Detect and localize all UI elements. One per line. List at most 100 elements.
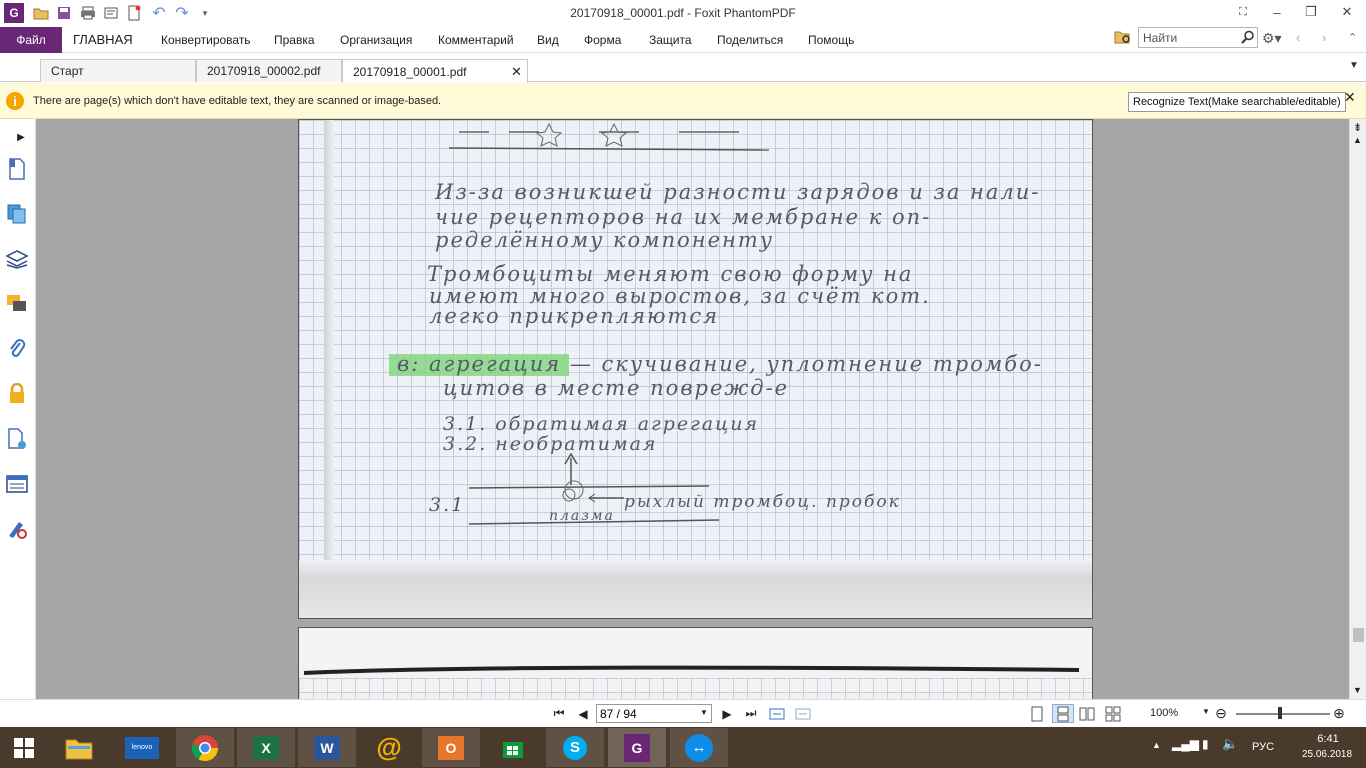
excel-icon[interactable]: X bbox=[237, 728, 295, 767]
zoom-slider-thumb[interactable] bbox=[1278, 707, 1282, 719]
single-page-view-icon[interactable] bbox=[1028, 704, 1046, 723]
tab-protect[interactable]: Защита bbox=[649, 33, 692, 47]
title-bar: G ↶ ↷ ▾ 20170918_00001.pdf - Foxit Phant… bbox=[0, 0, 1366, 27]
ribbon-tabs: Файл ГЛАВНАЯ Конвертировать Правка Орган… bbox=[0, 27, 1366, 53]
split-view-icon[interactable]: ⇟ bbox=[1353, 121, 1362, 134]
find-folder-icon[interactable] bbox=[1114, 29, 1134, 47]
page-number-field[interactable]: ▼ bbox=[596, 704, 712, 723]
page-edge-curve bbox=[303, 665, 1080, 675]
handwritten-line: плазма bbox=[549, 508, 615, 524]
drawing-stars-sketch bbox=[449, 122, 770, 151]
fullscreen-icon[interactable]: ⛶ bbox=[1226, 0, 1260, 24]
info-warning-icon: i bbox=[6, 92, 24, 110]
scroll-up-arrow-icon[interactable]: ▲ bbox=[1353, 135, 1362, 145]
signatures-icon[interactable] bbox=[5, 517, 29, 541]
tab-edit[interactable]: Правка bbox=[274, 33, 315, 47]
zoom-out-icon[interactable]: ⊖ bbox=[1212, 704, 1230, 723]
handwritten-line: рыхлый тромбоц. пробок bbox=[624, 492, 901, 512]
handwritten-line: Из-за возникшей разности зарядов и за на… bbox=[435, 180, 1041, 204]
outlook-icon[interactable]: O bbox=[422, 728, 480, 767]
clock-time[interactable]: 6:41 bbox=[1298, 733, 1358, 745]
network-icon[interactable]: ▂▄▆ bbox=[1172, 737, 1199, 751]
tab-view[interactable]: Вид bbox=[537, 33, 559, 47]
page-number-input[interactable] bbox=[600, 707, 690, 721]
tab-document-00001[interactable]: 20170918_00001.pdf ✕ bbox=[342, 59, 528, 83]
close-button[interactable]: ✕ bbox=[1330, 0, 1364, 24]
tab-label: Старт bbox=[51, 64, 84, 78]
tab-convert[interactable]: Конвертировать bbox=[161, 33, 251, 47]
settings-gear-icon[interactable]: ⚙▾ bbox=[1262, 30, 1282, 47]
tab-share[interactable]: Поделиться bbox=[717, 33, 783, 47]
tab-document-00002[interactable]: 20170918_00002.pdf bbox=[196, 59, 342, 82]
previous-view-icon[interactable] bbox=[768, 704, 786, 723]
previous-page-icon[interactable]: ◀ bbox=[574, 704, 592, 723]
layers-icon[interactable] bbox=[5, 247, 29, 271]
handwritten-line: Тромбоциты меняют свою форму на bbox=[427, 262, 914, 286]
document-info-icon[interactable] bbox=[5, 427, 29, 451]
tab-comment[interactable]: Комментарий bbox=[438, 33, 514, 47]
pages-thumbnails-icon[interactable] bbox=[5, 202, 29, 226]
start-button[interactable] bbox=[0, 728, 48, 767]
restore-button[interactable]: ❐ bbox=[1294, 0, 1328, 24]
volume-icon[interactable]: 🔈 bbox=[1222, 736, 1238, 752]
show-hidden-icons[interactable]: ▲ bbox=[1152, 740, 1161, 750]
foxit-taskbar-icon[interactable]: G bbox=[608, 728, 666, 767]
zoom-dropdown-icon[interactable]: ▼ bbox=[1202, 707, 1210, 716]
bookmarks-icon[interactable] bbox=[5, 157, 29, 181]
expand-panel-icon[interactable]: ▶ bbox=[14, 125, 28, 149]
content-structure-icon[interactable] bbox=[5, 472, 29, 496]
teamviewer-icon[interactable]: ↔ bbox=[670, 728, 728, 767]
tab-start[interactable]: Старт bbox=[40, 59, 196, 82]
handwritten-line: в: агрегация — скучивание, уплотнение тр… bbox=[397, 352, 1043, 376]
search-input[interactable] bbox=[1143, 31, 1239, 45]
handwritten-line: легко прикрепляются bbox=[429, 304, 720, 328]
tab-list-dropdown-icon[interactable]: ▼ bbox=[1349, 60, 1359, 71]
vertical-scrollbar[interactable]: ⇟ ▲ ▼ bbox=[1349, 119, 1366, 699]
first-page-icon[interactable]: ⏮ bbox=[550, 704, 568, 723]
language-indicator[interactable]: РУС bbox=[1252, 741, 1274, 753]
tab-home[interactable]: ГЛАВНАЯ bbox=[73, 32, 133, 47]
recognize-text-button[interactable]: Recognize Text(Make searchable/editable) bbox=[1128, 92, 1346, 112]
scrollbar-thumb[interactable] bbox=[1353, 628, 1364, 642]
store-icon[interactable] bbox=[484, 728, 542, 767]
forward-arrow-icon[interactable]: › bbox=[1322, 30, 1326, 45]
handwritten-label: 3.1 bbox=[429, 494, 466, 516]
search-icon[interactable] bbox=[1241, 30, 1255, 47]
close-tab-icon[interactable]: ✕ bbox=[511, 64, 522, 80]
continuous-view-icon[interactable] bbox=[1052, 704, 1074, 723]
skype-icon[interactable]: S bbox=[546, 728, 604, 767]
close-notification-icon[interactable]: ✕ bbox=[1344, 89, 1356, 106]
comments-icon[interactable] bbox=[5, 292, 29, 316]
security-lock-icon[interactable] bbox=[5, 382, 29, 406]
chrome-icon[interactable] bbox=[176, 728, 234, 767]
attachments-paperclip-icon[interactable] bbox=[5, 337, 29, 361]
next-view-icon[interactable] bbox=[794, 704, 812, 723]
status-bar: ⏮ ◀ ▼ ▶ ⏭ 100% ▼ ⊖ ⊕ bbox=[0, 699, 1366, 727]
next-page-icon[interactable]: ▶ bbox=[718, 704, 736, 723]
file-explorer-icon[interactable] bbox=[50, 728, 108, 767]
zoom-in-icon[interactable]: ⊕ bbox=[1330, 704, 1348, 723]
page-dropdown-icon[interactable]: ▼ bbox=[700, 708, 708, 717]
tab-form[interactable]: Форма bbox=[584, 33, 621, 47]
battery-icon[interactable]: ▮ bbox=[1202, 737, 1209, 751]
zoom-level[interactable]: 100% bbox=[1150, 707, 1178, 719]
minimize-button[interactable]: – bbox=[1260, 0, 1294, 24]
mail-icon[interactable]: @ bbox=[360, 728, 418, 767]
last-page-icon[interactable]: ⏭ bbox=[742, 704, 760, 723]
zoom-slider-track[interactable] bbox=[1236, 713, 1330, 715]
clock-date[interactable]: 25.06.2018 bbox=[1292, 749, 1362, 760]
tab-file[interactable]: Файл bbox=[0, 27, 62, 53]
scroll-down-arrow-icon[interactable]: ▼ bbox=[1353, 685, 1362, 695]
back-arrow-icon[interactable]: ‹ bbox=[1296, 30, 1300, 45]
facing-view-icon[interactable] bbox=[1078, 704, 1096, 723]
continuous-facing-view-icon[interactable] bbox=[1104, 704, 1122, 723]
document-view[interactable]: Из-за возникшей разности зарядов и за на… bbox=[36, 119, 1349, 699]
lenovo-app-icon[interactable]: lenovo bbox=[113, 728, 171, 767]
collapse-ribbon-icon[interactable]: ⌃ bbox=[1348, 31, 1357, 44]
search-box[interactable] bbox=[1138, 27, 1258, 48]
tab-help[interactable]: Помощь bbox=[808, 33, 854, 47]
windows-taskbar: lenovo X W @ O S G ↔ ▲ ▂▄▆ ▮ 🔈 РУС 6:41 … bbox=[0, 727, 1366, 768]
tab-organize[interactable]: Организация bbox=[340, 33, 412, 47]
pdf-page: Из-за возникшей разности зарядов и за на… bbox=[298, 119, 1093, 619]
word-icon[interactable]: W bbox=[298, 728, 356, 767]
